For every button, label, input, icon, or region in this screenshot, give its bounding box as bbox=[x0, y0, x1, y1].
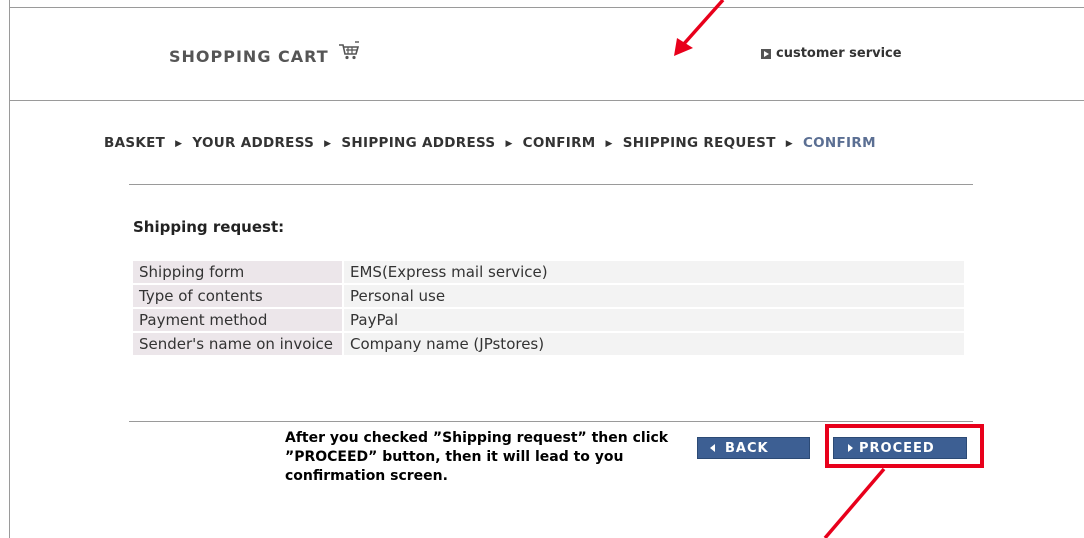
row-label: Payment method bbox=[133, 309, 342, 331]
breadcrumb-separator-icon: ▶ bbox=[324, 139, 332, 149]
table-row: Payment method PayPal bbox=[133, 309, 964, 331]
shopping-cart-title: SHOPPING CART bbox=[169, 47, 329, 66]
row-label: Type of contents bbox=[133, 285, 342, 307]
row-label: Sender's name on invoice bbox=[133, 333, 342, 355]
breadcrumb-step-shipping-request: SHIPPING REQUEST bbox=[622, 135, 776, 151]
breadcrumb-step-current-confirm: CONFIRM bbox=[802, 135, 876, 151]
customer-service-link[interactable]: customer service bbox=[761, 46, 902, 61]
triangle-left-icon bbox=[710, 444, 715, 452]
annotation-arrow-bottom bbox=[823, 467, 886, 538]
row-value: Personal use bbox=[342, 285, 964, 307]
breadcrumb: BASKET ▶ YOUR ADDRESS ▶ SHIPPING ADDRESS ▶ CON… bbox=[104, 135, 876, 151]
breadcrumb-step-your-address: YOUR ADDRESS bbox=[192, 135, 315, 151]
customer-service-label: customer service bbox=[776, 46, 902, 61]
breadcrumb-step-confirm: CONFIRM bbox=[522, 135, 596, 151]
shipping-request-table: Shipping form EMS(Express mail service) … bbox=[133, 259, 964, 357]
table-row: Shipping form EMS(Express mail service) bbox=[133, 261, 964, 283]
divider bbox=[129, 184, 973, 185]
arrow-box-icon bbox=[761, 48, 771, 59]
row-value: PayPal bbox=[342, 309, 964, 331]
row-label: Shipping form bbox=[133, 261, 342, 283]
row-value: EMS(Express mail service) bbox=[342, 261, 964, 283]
breadcrumb-step-basket: BASKET bbox=[104, 135, 166, 151]
table-row: Type of contents Personal use bbox=[133, 285, 964, 307]
breadcrumb-step-shipping-address: SHIPPING ADDRESS bbox=[341, 135, 496, 151]
annotation-note: After you checked ”Shipping request” the… bbox=[285, 430, 669, 484]
back-button-label: BACK bbox=[725, 440, 769, 456]
breadcrumb-separator-icon: ▶ bbox=[175, 139, 183, 149]
breadcrumb-separator-icon: ▶ bbox=[785, 139, 793, 149]
breadcrumb-separator-icon: ▶ bbox=[505, 139, 513, 149]
row-value: Company name (JPstores) bbox=[342, 333, 964, 355]
annotation-highlight-box bbox=[825, 424, 984, 468]
back-button[interactable]: BACK bbox=[697, 437, 810, 459]
cart-icon bbox=[339, 41, 360, 60]
section-title: Shipping request: bbox=[133, 218, 285, 236]
divider bbox=[129, 421, 973, 422]
table-row: Sender's name on invoice Company name (J… bbox=[133, 333, 964, 355]
breadcrumb-separator-icon: ▶ bbox=[605, 139, 613, 149]
